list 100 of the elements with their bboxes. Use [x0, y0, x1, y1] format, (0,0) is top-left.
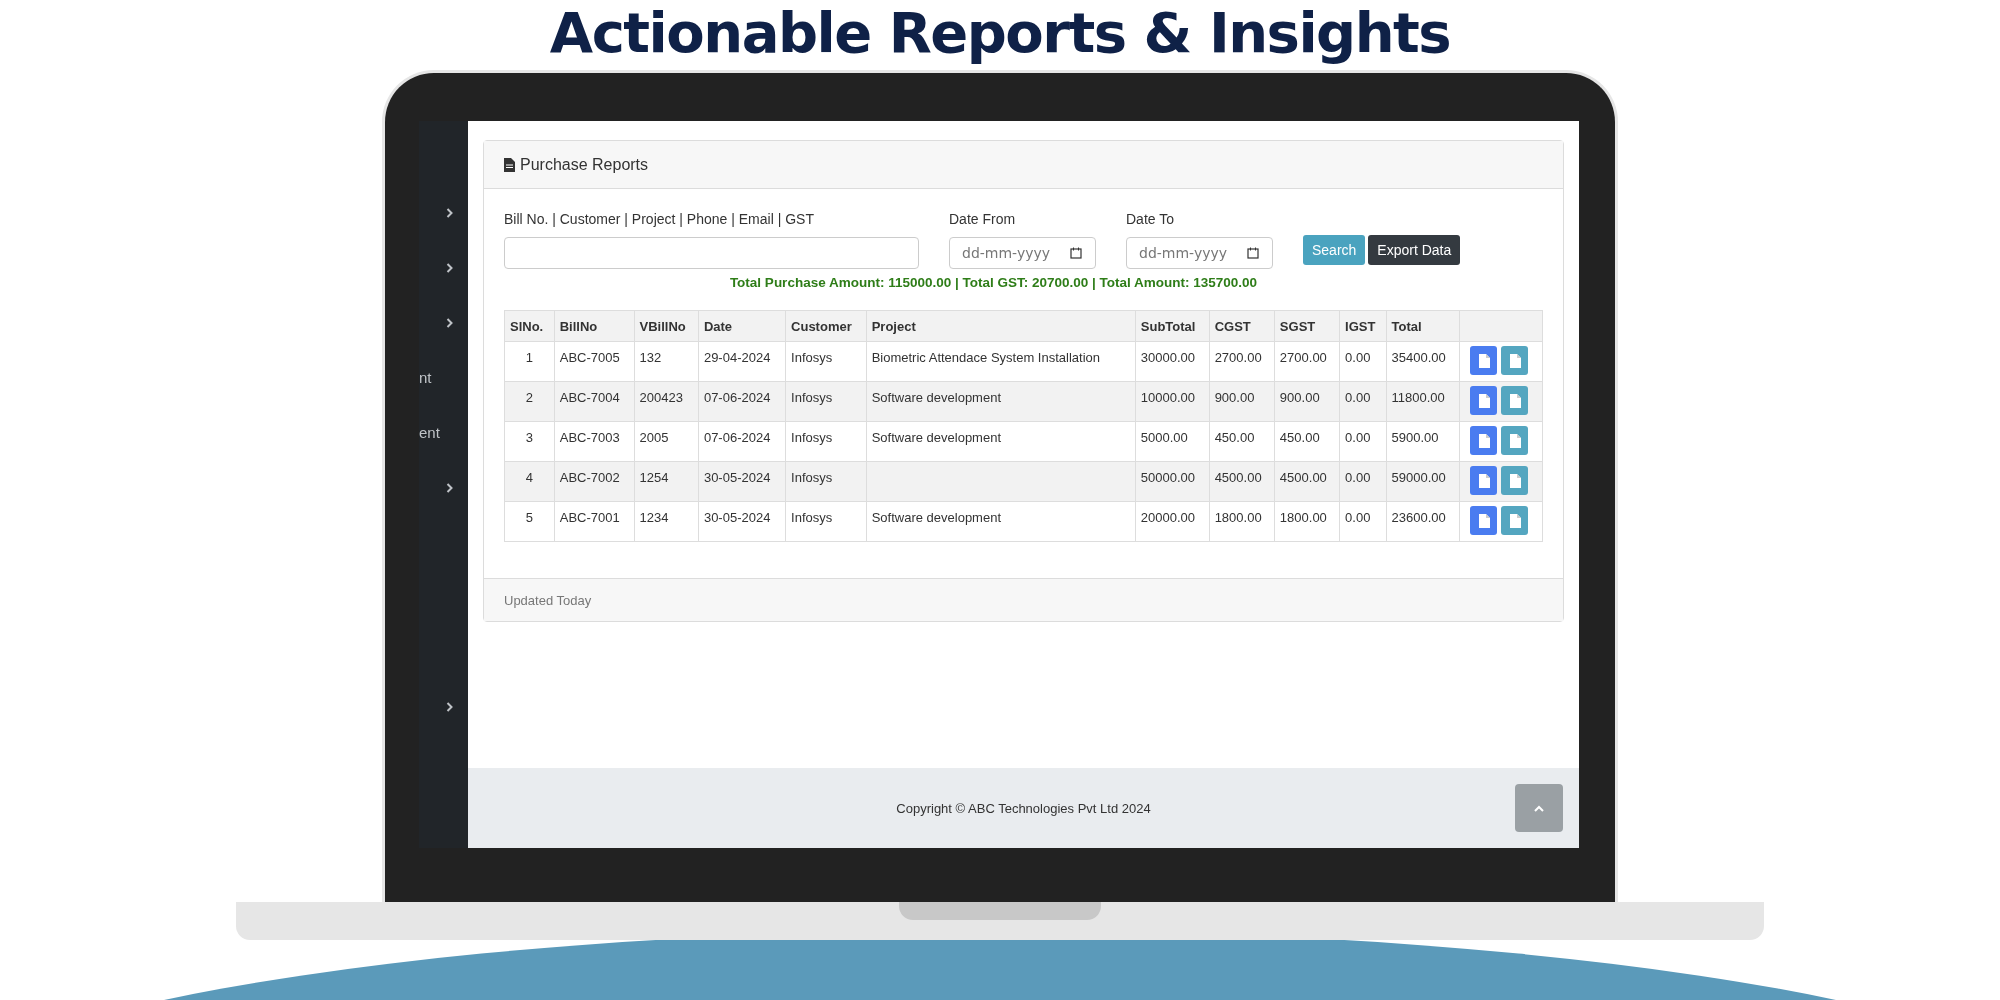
- table-cell: 30-05-2024: [698, 461, 786, 502]
- document-icon: [1508, 353, 1521, 368]
- totals-summary: Total Purchase Amount: 115000.00 | Total GST: 20700.00 | Total Amount: 135700.00: [728, 275, 1259, 290]
- document-button[interactable]: [1501, 506, 1528, 535]
- table-cell: 3: [504, 421, 555, 462]
- document-button[interactable]: [1501, 346, 1528, 375]
- column-header: SubTotal: [1135, 310, 1210, 342]
- table-cell: 2700.00: [1274, 341, 1340, 382]
- view-button[interactable]: [1470, 386, 1497, 415]
- table-cell: Infosys: [785, 421, 867, 462]
- table-cell: 0.00: [1339, 341, 1387, 382]
- table-cell: Software development: [866, 381, 1136, 422]
- table-cell: 5000.00: [1135, 421, 1210, 462]
- column-header: VBillNo: [634, 310, 699, 342]
- table-cell: ABC-7004: [554, 381, 635, 422]
- caret-up-icon: [1534, 804, 1544, 812]
- document-icon: [1477, 513, 1490, 528]
- field-label: Date From: [949, 211, 1017, 227]
- table-cell: ABC-7002: [554, 461, 635, 502]
- table-cell: 30-05-2024: [698, 501, 786, 542]
- table-cell: 132: [634, 341, 699, 382]
- updated-note: Updated Today: [504, 592, 592, 608]
- document-icon: [1508, 433, 1521, 448]
- chevron-right-icon[interactable]: [446, 482, 454, 493]
- column-header: BillNo: [554, 310, 635, 342]
- chevron-right-icon[interactable]: [446, 317, 454, 328]
- table-cell: Software development: [866, 501, 1136, 542]
- export-button[interactable]: Export Data: [1368, 235, 1461, 265]
- document-icon: [504, 157, 515, 172]
- table-cell: 35400.00: [1386, 341, 1460, 382]
- date-field[interactable]: dd-mm-yyyy: [1126, 237, 1273, 269]
- table-cell: 4500.00: [1274, 461, 1340, 502]
- table-cell: 450.00: [1209, 421, 1275, 462]
- table-cell: Infosys: [785, 381, 867, 422]
- copyright-text: Copyright © ABC Technologies Pvt Ltd 2024: [896, 800, 1151, 816]
- table-cell: 10000.00: [1135, 381, 1210, 422]
- table-cell: Software development: [866, 421, 1136, 462]
- calendar-icon[interactable]: [1247, 247, 1259, 259]
- table-cell: 59000.00: [1386, 461, 1460, 502]
- chevron-right-icon[interactable]: [446, 701, 454, 712]
- date-field[interactable]: dd-mm-yyyy: [949, 237, 1096, 269]
- table-cell: 200423: [634, 381, 699, 422]
- table-cell: 1234: [634, 501, 699, 542]
- document-button[interactable]: [1501, 426, 1528, 455]
- document-icon: [1508, 393, 1521, 408]
- table-cell: 1: [504, 341, 555, 382]
- table-cell: ABC-7001: [554, 501, 635, 542]
- table-cell: ABC-7003: [554, 421, 635, 462]
- document-button[interactable]: [1501, 466, 1528, 495]
- calendar-icon[interactable]: [1070, 247, 1082, 259]
- document-icon: [1477, 393, 1490, 408]
- table-cell: 1800.00: [1209, 501, 1275, 542]
- table-cell: 0.00: [1339, 421, 1387, 462]
- sidebar-item[interactable]: ent: [419, 424, 440, 441]
- view-button[interactable]: [1470, 346, 1497, 375]
- field-label: Date To: [1126, 211, 1175, 227]
- field-label: Bill No. | Customer | Project | Phone | Email | GST: [504, 211, 815, 227]
- table-cell: ABC-7005: [554, 341, 635, 382]
- document-icon: [1508, 473, 1521, 488]
- document-button[interactable]: [1501, 386, 1528, 415]
- column-header: Total: [1386, 310, 1460, 342]
- column-header: SlNo.: [504, 310, 555, 342]
- table-cell: 1254: [634, 461, 699, 502]
- table-cell: 2700.00: [1209, 341, 1275, 382]
- table-cell: 900.00: [1209, 381, 1275, 422]
- table-cell: Biometric Attendace System Installation: [866, 341, 1136, 382]
- table-cell: 2: [504, 381, 555, 422]
- column-header: Project: [866, 310, 1136, 342]
- table-cell: 5900.00: [1386, 421, 1460, 462]
- table-cell: 5: [504, 501, 555, 542]
- view-button[interactable]: [1470, 426, 1497, 455]
- sidebar-item[interactable]: nt: [419, 369, 432, 386]
- column-header: IGST: [1339, 310, 1387, 342]
- table-cell: 4: [504, 461, 555, 502]
- table-cell: 50000.00: [1135, 461, 1210, 502]
- chevron-right-icon[interactable]: [446, 262, 454, 273]
- view-button[interactable]: [1470, 506, 1497, 535]
- table-cell: 2005: [634, 421, 699, 462]
- table-cell: 20000.00: [1135, 501, 1210, 542]
- table-cell: Infosys: [785, 461, 867, 502]
- chevron-right-icon[interactable]: [446, 207, 454, 218]
- table-cell: 29-04-2024: [698, 341, 786, 382]
- document-icon: [1477, 433, 1490, 448]
- column-header: Date: [698, 310, 786, 342]
- table-cell: 0.00: [1339, 461, 1387, 502]
- table-cell: 07-06-2024: [698, 381, 786, 422]
- view-button[interactable]: [1470, 466, 1497, 495]
- table-cell: 07-06-2024: [698, 421, 786, 462]
- table-cell: 30000.00: [1135, 341, 1210, 382]
- table-cell: 0.00: [1339, 501, 1387, 542]
- column-header: Customer: [785, 310, 867, 342]
- search-field[interactable]: [504, 237, 919, 269]
- document-icon: [1508, 513, 1521, 528]
- card-title: Purchase Reports: [520, 155, 649, 174]
- table-cell: 900.00: [1274, 381, 1340, 422]
- table-cell: 0.00: [1339, 381, 1387, 422]
- table-cell: 11800.00: [1386, 381, 1460, 422]
- table-cell: Infosys: [785, 501, 867, 542]
- column-header: CGST: [1209, 310, 1275, 342]
- table-cell: Infosys: [785, 341, 867, 382]
